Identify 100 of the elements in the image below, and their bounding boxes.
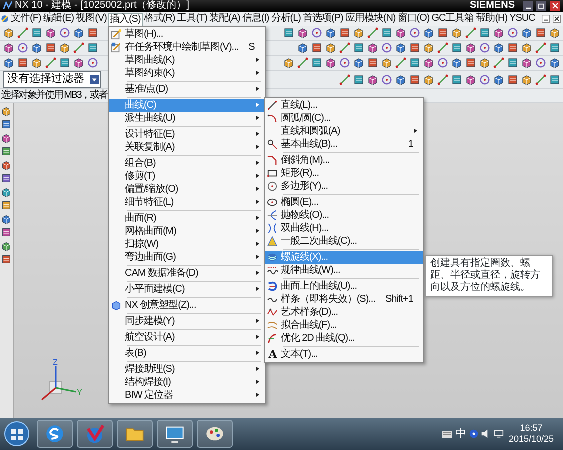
sheet-icon[interactable] [548, 74, 560, 86]
cube-icon[interactable] [296, 27, 308, 39]
sheet-icon[interactable] [44, 42, 56, 54]
cube-icon[interactable] [394, 74, 406, 86]
cube-icon[interactable] [520, 74, 532, 86]
taskbar-button[interactable] [116, 420, 152, 448]
cube-icon[interactable] [422, 57, 434, 69]
cube-icon[interactable] [30, 57, 42, 69]
sheet-icon[interactable] [506, 42, 518, 54]
menu-item[interactable]: 多边形(Y)... [264, 180, 424, 192]
circle-icon[interactable] [58, 27, 70, 39]
circle-icon[interactable] [338, 57, 350, 69]
menu-bar-item[interactable]: 插入(S) [108, 12, 143, 26]
menu-item[interactable]: 小平面建模(C) [108, 282, 265, 296]
panel-cube-icon[interactable] [1, 132, 12, 144]
minimize-icon[interactable] [542, 15, 550, 23]
close-icon[interactable] [552, 15, 560, 23]
menu-item[interactable]: 艺术样条(D)... [264, 306, 424, 318]
line-icon[interactable] [492, 57, 504, 69]
cube-icon[interactable] [450, 27, 462, 39]
sheet-icon[interactable] [352, 42, 364, 54]
panel-cube-icon[interactable] [1, 240, 12, 252]
sheet-icon[interactable] [408, 57, 420, 69]
sheet-icon[interactable] [408, 42, 420, 54]
menu-item[interactable]: 设计特征(E) [108, 128, 265, 140]
sheet-icon[interactable] [310, 42, 322, 54]
menu-item[interactable]: 矩形(R)... [264, 166, 424, 180]
menu-bar-item[interactable]: 工具(T) [176, 12, 208, 26]
sheet-icon[interactable] [436, 27, 448, 39]
cube-icon[interactable] [2, 27, 14, 39]
cube-icon[interactable] [422, 74, 434, 86]
cube-icon[interactable] [450, 57, 462, 69]
menu-bar-item[interactable]: 分析(L) [270, 12, 302, 26]
circle-icon[interactable] [534, 57, 546, 69]
ime-indicator[interactable]: 中 [455, 426, 466, 442]
line-icon[interactable] [338, 42, 350, 54]
menu-item[interactable]: 关联复制(A) [108, 140, 265, 154]
start-button[interactable] [4, 421, 30, 447]
minimize-icon[interactable] [522, 1, 534, 11]
menu-bar-item[interactable]: 文件(F) [10, 12, 42, 26]
sheet-icon[interactable] [338, 27, 350, 39]
cube-icon[interactable] [366, 42, 378, 54]
sheet-icon[interactable] [16, 57, 28, 69]
cube-icon[interactable] [2, 57, 14, 69]
menu-bar-item[interactable]: 首选项(P) [302, 12, 344, 26]
menu-bar-item[interactable]: 装配(A) [208, 12, 242, 26]
menu-item[interactable]: 修剪(T) [108, 170, 265, 182]
line-icon[interactable] [338, 74, 350, 86]
circle-icon[interactable] [16, 42, 28, 54]
menu-item[interactable]: 结构焊接(I) [108, 376, 265, 388]
menu-item[interactable]: 组合(B) [108, 156, 265, 170]
menu-item[interactable]: 细节特征(L) [108, 196, 265, 208]
sheet-icon[interactable] [450, 42, 462, 54]
restore-icon[interactable] [536, 1, 547, 11]
menu-item[interactable]: A 文本(T)... [264, 348, 424, 360]
cube-icon[interactable] [2, 42, 14, 54]
menu-bar-item[interactable]: GC工具箱 [430, 12, 476, 26]
close-icon[interactable] [550, 1, 560, 11]
menu-item[interactable]: 优化 2D 曲线(Q)... [264, 332, 424, 344]
cube-icon[interactable] [352, 57, 364, 69]
line-icon[interactable] [534, 74, 546, 86]
panel-cube-icon[interactable] [1, 106, 12, 116]
menu-item[interactable]: 偏置/缩放(O) [108, 182, 265, 196]
taskbar-button[interactable] [36, 420, 72, 448]
menu-item[interactable]: 曲面上的曲线(U)... [264, 280, 424, 292]
line-icon[interactable] [436, 42, 448, 54]
menu-item[interactable]: 曲面(R) [108, 212, 265, 224]
cube-icon[interactable] [58, 42, 70, 54]
menu-item[interactable]: 派生曲线(U) [108, 112, 265, 124]
menu-bar-item[interactable]: 编辑(E) [42, 12, 76, 26]
sheet-icon[interactable] [282, 27, 294, 39]
menu-item[interactable]: 扫掠(W) [108, 238, 265, 250]
cube-icon[interactable] [520, 42, 532, 54]
cube-icon[interactable] [492, 74, 504, 86]
menu-item[interactable]: 规律曲线(W)... [264, 264, 424, 276]
cube-icon[interactable] [422, 27, 434, 39]
menu-item[interactable]: BIW 定位器 [108, 388, 265, 402]
cube-icon[interactable] [352, 27, 364, 39]
cube-icon[interactable] [380, 57, 392, 69]
menu-item[interactable]: 基准/点(D) [108, 82, 265, 96]
sheet-icon[interactable] [380, 27, 392, 39]
menu-item[interactable]: 直线和圆弧(A) [264, 124, 424, 138]
sheet-icon[interactable] [478, 27, 490, 39]
sheet-icon[interactable] [464, 57, 476, 69]
cube-icon[interactable] [44, 27, 56, 39]
menu-item[interactable]: NX 创意塑型(Z)... [108, 298, 265, 312]
menu-bar-item[interactable]: 帮助(H) [475, 12, 509, 26]
line-icon[interactable] [534, 42, 546, 54]
menu-item[interactable]: 航空设计(A) [108, 330, 265, 344]
sheet-icon[interactable] [310, 57, 322, 69]
cube-icon[interactable] [464, 74, 476, 86]
menu-item[interactable]: CAM 数据准备(D) [108, 266, 265, 280]
menu-bar-item[interactable]: 应用模块(N) [344, 12, 397, 26]
cube-icon[interactable] [520, 27, 532, 39]
cube-icon[interactable] [72, 27, 84, 39]
line-icon[interactable] [44, 57, 56, 69]
panel-cube-icon[interactable] [1, 186, 12, 198]
menu-item[interactable]: 倒斜角(M)... [264, 154, 424, 166]
menu-item[interactable]: 椭圆(E)... [264, 196, 424, 208]
panel-sheet-icon[interactable] [1, 200, 12, 211]
